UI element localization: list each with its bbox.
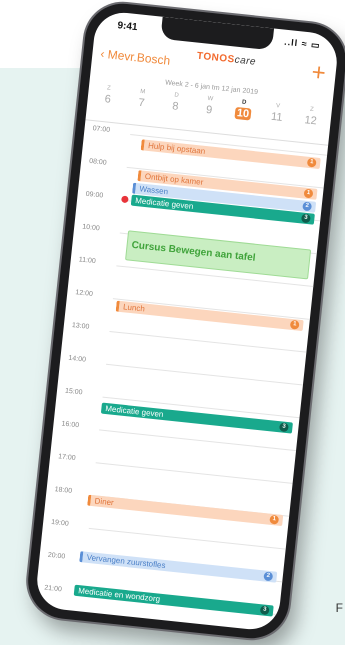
day-11[interactable]: V 11 [262, 102, 292, 125]
logo-text-care: care [234, 54, 257, 68]
day-number: 8 [171, 100, 180, 113]
calendar-event[interactable]: Medicatie en wondzorg 3 [73, 584, 274, 617]
event-title: Wassen [139, 184, 169, 197]
event-badge: 1 [306, 157, 317, 168]
hour-row: 19:00 [43, 519, 286, 550]
event-title: Cursus Bewegen aan tafel [131, 239, 256, 264]
day-number: 12 [303, 114, 318, 128]
event-badge: 1 [289, 319, 300, 330]
hour-label: 08:00 [88, 157, 107, 167]
hour-label: 21:00 [43, 584, 63, 594]
event-badge: 2 [263, 571, 274, 582]
event-badge: 3 [300, 213, 311, 224]
day-number: 7 [137, 96, 146, 110]
calendar-event[interactable]: Vervangen zuurstofles 2 [79, 551, 278, 583]
back-button[interactable]: ‹ Mevr.Bosch [100, 47, 171, 68]
hour-gridline [109, 330, 307, 353]
hour-label: 15:00 [64, 387, 83, 397]
day-10[interactable]: D 10 [228, 98, 258, 121]
hour-label: 17:00 [57, 453, 76, 463]
event-title: Vervangen zuurstofles [86, 552, 166, 571]
day-timeline: 07:00 08:00 09:00 10:00 11:00 12:00 13:00 14:00… [34, 121, 328, 632]
add-event-button[interactable]: + [310, 59, 327, 87]
event-title: Diner [94, 496, 115, 508]
event-badge: 1 [303, 188, 314, 199]
hour-row: 17:00 [50, 453, 293, 484]
hour-label: 14:00 [68, 354, 87, 364]
event-badge: 1 [269, 514, 280, 525]
chevron-left-icon: ‹ [99, 46, 106, 61]
event-badge: 3 [259, 605, 270, 616]
day-number: 10 [234, 106, 252, 121]
event-title: Hulp bij opstaan [147, 141, 206, 156]
day-number: 6 [104, 93, 112, 106]
hour-label: 12:00 [74, 289, 94, 298]
hour-gridline [99, 429, 297, 452]
calendar-event[interactable]: Diner 1 [87, 494, 284, 527]
edge-text: F [335, 601, 343, 615]
day-7[interactable]: M7 [127, 88, 157, 111]
event-title: Lunch [122, 302, 146, 314]
hour-label: 19:00 [50, 518, 70, 528]
day-9[interactable]: W9 [195, 95, 225, 118]
logo-text-tonos: TONOS [196, 50, 236, 66]
hour-label: 13:00 [71, 322, 90, 331]
hour-label: 10:00 [81, 223, 101, 233]
phone-screen: 9:41 ..ll ≈ ▭ ‹ Mevr.Bosch TONOScare + W… [34, 9, 340, 633]
hour-label: 09:00 [85, 190, 104, 200]
hour-row: 14:00 [60, 355, 304, 386]
hour-label: 18:00 [54, 486, 73, 495]
day-number: 9 [205, 103, 213, 117]
day-12[interactable]: Z 12 [296, 105, 326, 128]
event-title: Medicatie en wondzorg [77, 586, 161, 604]
event-title: Medicatie geven [104, 403, 164, 420]
signal-wifi-battery-icon: ..ll ≈ ▭ [283, 36, 322, 51]
hour-row: 13:00 [64, 322, 307, 353]
day-8[interactable]: D8 [161, 91, 191, 114]
hour-gridline [105, 363, 304, 386]
calendar-event[interactable]: Cursus Bewegen aan tafel [125, 230, 312, 280]
event-badge: 2 [302, 201, 313, 212]
app-logo: TONOScare [196, 51, 256, 68]
status-time: 9:41 [116, 20, 138, 34]
day-number: 11 [270, 110, 284, 124]
hour-label: 20:00 [47, 551, 66, 561]
day-letter: D [241, 99, 247, 106]
hour-gridline [95, 462, 293, 484]
day-6[interactable]: Z6 [93, 84, 123, 107]
event-badge: 3 [278, 422, 289, 433]
back-button-label: Mevr.Bosch [107, 47, 171, 68]
hour-gridline [88, 527, 286, 550]
hour-label: 07:00 [92, 125, 111, 134]
hour-label: 16:00 [61, 420, 80, 430]
hour-label: 11:00 [78, 256, 97, 266]
current-time-indicator [121, 195, 129, 204]
